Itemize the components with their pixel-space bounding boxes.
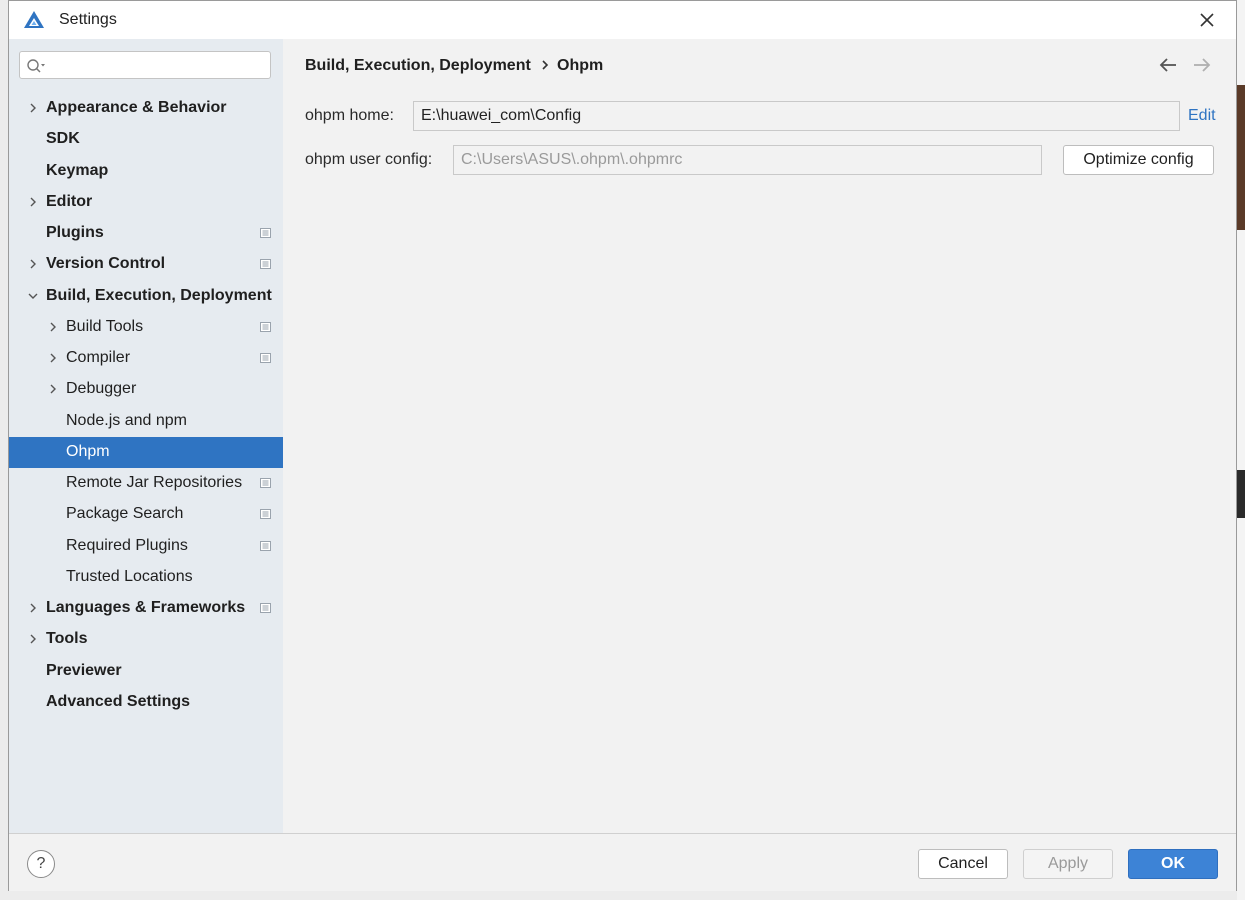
tree-item-ohpm[interactable]: Ohpm <box>9 437 283 468</box>
tree-item-label: Node.js and npm <box>66 412 187 429</box>
tree-item-label: Version Control <box>46 255 166 272</box>
tree-item-label: Keymap <box>46 162 109 179</box>
tree-item-tools[interactable]: Tools <box>9 624 283 655</box>
title-bar: Settings <box>9 1 1236 39</box>
chevron-right-icon[interactable] <box>28 196 38 208</box>
tree-item-version-control[interactable]: Version Control <box>9 249 283 280</box>
chevron-right-icon[interactable] <box>28 602 38 614</box>
tree-item-label: Required Plugins <box>66 537 188 554</box>
tree-item-build-execution-deployment[interactable]: Build, Execution, Deployment <box>9 281 283 312</box>
tree-item-label: Plugins <box>46 224 104 241</box>
ohpm-home-label: ohpm home: <box>305 107 394 124</box>
tree-item-trusted-locations[interactable]: Trusted Locations <box>9 562 283 593</box>
ohpm-home-field[interactable]: E:\huawei_com\Config <box>413 101 1180 131</box>
settings-dialog: Settings Appearance & Behavior SDK Keymap E… <box>8 0 1237 891</box>
tree-item-previewer[interactable]: Previewer <box>9 656 283 687</box>
chevron-right-icon[interactable] <box>48 321 58 333</box>
tree-item-label: Appearance & Behavior <box>46 99 227 116</box>
project-scope-icon <box>260 509 271 519</box>
tree-item-label: Ohpm <box>66 443 110 460</box>
dialog-footer: ? Cancel Apply OK <box>9 833 1236 891</box>
tree-item-label: Build Tools <box>66 318 144 335</box>
project-scope-icon <box>260 259 271 269</box>
app-logo-icon <box>24 11 44 28</box>
tree-item-label: Package Search <box>66 505 184 522</box>
search-icon <box>27 59 45 73</box>
background-window-image <box>1237 470 1245 518</box>
background-window-image <box>1237 85 1245 230</box>
tree-item-label: Compiler <box>66 349 131 366</box>
tree-item-appearance-behavior[interactable]: Appearance & Behavior <box>9 93 283 124</box>
tree-item-label: Editor <box>46 193 93 210</box>
project-scope-icon <box>260 478 271 488</box>
project-scope-icon <box>260 603 271 613</box>
ohpm-user-config-field[interactable]: C:\Users\ASUS\.ohpm\.ohpmrc <box>453 145 1042 175</box>
tree-item-build-tools[interactable]: Build Tools <box>9 312 283 343</box>
tree-item-languages-frameworks[interactable]: Languages & Frameworks <box>9 593 283 624</box>
tree-item-label: Remote Jar Repositories <box>66 474 243 491</box>
tree-item-label: Previewer <box>46 662 122 679</box>
tree-item-compiler[interactable]: Compiler <box>9 343 283 374</box>
project-scope-icon <box>260 322 271 332</box>
tree-item-label: Advanced Settings <box>46 693 191 710</box>
tree-item-label: Build, Execution, Deployment <box>46 287 272 304</box>
chevron-right-icon[interactable] <box>48 383 58 395</box>
breadcrumb-current: Ohpm <box>557 57 604 74</box>
search-input[interactable] <box>48 55 267 77</box>
edit-link[interactable]: Edit <box>1188 107 1216 125</box>
tree-item-label: Debugger <box>66 380 137 397</box>
cancel-button[interactable]: Cancel <box>918 849 1008 879</box>
close-icon[interactable] <box>1196 9 1218 31</box>
tree-item-node-js-and-npm[interactable]: Node.js and npm <box>9 406 283 437</box>
tree-item-required-plugins[interactable]: Required Plugins <box>9 531 283 562</box>
tree-item-advanced-settings[interactable]: Advanced Settings <box>9 687 283 718</box>
optimize-config-button[interactable]: Optimize config <box>1063 145 1214 175</box>
project-scope-icon <box>260 541 271 551</box>
tree-item-label: Languages & Frameworks <box>46 599 246 616</box>
settings-sidebar: Appearance & Behavior SDK Keymap Editor Plug… <box>9 39 283 833</box>
tree-item-package-search[interactable]: Package Search <box>9 499 283 530</box>
chevron-right-icon <box>542 60 549 70</box>
project-scope-icon <box>260 353 271 363</box>
ohpm-user-config-label: ohpm user config: <box>305 151 433 168</box>
project-scope-icon <box>260 228 271 238</box>
forward-arrow-icon[interactable] <box>1191 55 1213 75</box>
tree-item-keymap[interactable]: Keymap <box>9 156 283 187</box>
tree-item-sdk[interactable]: SDK <box>9 124 283 155</box>
tree-item-debugger[interactable]: Debugger <box>9 374 283 405</box>
chevron-down-icon[interactable] <box>28 290 38 302</box>
tree-item-plugins[interactable]: Plugins <box>9 218 283 249</box>
ok-button[interactable]: OK <box>1128 849 1218 879</box>
tree-item-editor[interactable]: Editor <box>9 187 283 218</box>
chevron-right-icon[interactable] <box>28 102 38 114</box>
settings-search[interactable] <box>19 51 271 79</box>
help-button[interactable]: ? <box>27 850 55 878</box>
window-title: Settings <box>59 11 117 28</box>
chevron-right-icon[interactable] <box>28 258 38 270</box>
settings-content: Build, Execution, Deployment Ohpm ohpm h… <box>283 39 1236 833</box>
back-arrow-icon[interactable] <box>1157 55 1179 75</box>
tree-item-label: Tools <box>46 630 88 647</box>
apply-button[interactable]: Apply <box>1023 849 1113 879</box>
chevron-right-icon[interactable] <box>48 352 58 364</box>
breadcrumb-parent[interactable]: Build, Execution, Deployment <box>305 57 531 75</box>
tree-item-label: SDK <box>46 130 80 147</box>
chevron-right-icon[interactable] <box>28 633 38 645</box>
tree-item-label: Trusted Locations <box>66 568 193 585</box>
tree-item-remote-jar-repositories[interactable]: Remote Jar Repositories <box>9 468 283 499</box>
